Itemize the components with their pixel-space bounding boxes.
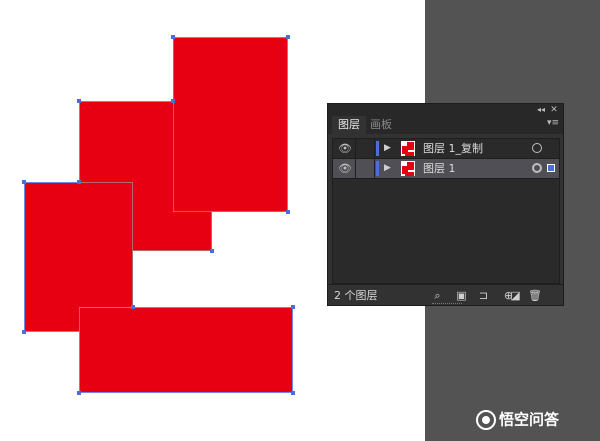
panel-title-bar[interactable]: ◂◂ ✕ bbox=[328, 104, 563, 116]
lock-toggle[interactable] bbox=[355, 159, 375, 178]
anchor-point[interactable] bbox=[77, 99, 81, 103]
layer-color-indicator bbox=[376, 141, 379, 156]
selection-path bbox=[79, 101, 80, 183]
selection-path bbox=[24, 182, 80, 183]
selection-path bbox=[24, 182, 25, 332]
resize-grip[interactable] bbox=[432, 303, 462, 306]
panel-menu-icon[interactable]: ▾≡ bbox=[547, 118, 559, 128]
watermark-text: 悟空问答 bbox=[499, 410, 560, 429]
panel-footer: 2 个图层 ⌕ ▣ ⊐ ⊕ ◪ 🗑 bbox=[328, 284, 563, 307]
layer-name[interactable]: 图层 1_复制 bbox=[423, 139, 483, 158]
red-rectangle-shape[interactable] bbox=[79, 307, 293, 393]
anchor-point[interactable] bbox=[286, 210, 290, 214]
selection-path bbox=[79, 392, 293, 393]
anchor-point[interactable] bbox=[286, 35, 290, 39]
collapse-panel-icon[interactable]: ◂◂ bbox=[535, 104, 547, 116]
selection-path bbox=[79, 331, 80, 393]
eye-icon[interactable]: 👁 bbox=[337, 161, 353, 176]
selection-path bbox=[79, 101, 174, 102]
selection-path bbox=[173, 37, 288, 38]
target-circle-icon[interactable] bbox=[532, 143, 542, 153]
anchor-point[interactable] bbox=[22, 180, 26, 184]
anchor-point[interactable] bbox=[131, 305, 135, 309]
selection-indicator-icon[interactable] bbox=[547, 164, 555, 172]
panel-tabs: 图层 画板 ▾≡ bbox=[328, 116, 563, 134]
lock-toggle[interactable] bbox=[355, 139, 375, 158]
anchor-point[interactable] bbox=[171, 35, 175, 39]
layer-thumbnail bbox=[401, 161, 415, 176]
anchor-point[interactable] bbox=[171, 99, 175, 103]
anchor-point[interactable] bbox=[291, 305, 295, 309]
layer-thumbnail bbox=[401, 141, 415, 156]
target-circle-icon[interactable] bbox=[532, 163, 542, 173]
delete-icon[interactable]: 🗑 bbox=[528, 290, 542, 301]
selection-path bbox=[24, 331, 80, 332]
make-clipping-mask-icon[interactable]: ⊐ bbox=[478, 290, 489, 301]
selection-path bbox=[292, 307, 293, 393]
selection-path bbox=[79, 307, 293, 308]
layers-panel: ◂◂ ✕ 图层 画板 ▾≡ 👁 ▶ 图层 1_复制 👁 ▶ 图层 1 2 个图层… bbox=[327, 103, 564, 306]
eye-icon[interactable]: 👁 bbox=[337, 141, 353, 156]
layers-list[interactable]: 👁 ▶ 图层 1_复制 👁 ▶ 图层 1 bbox=[332, 138, 560, 284]
anchor-point[interactable] bbox=[210, 249, 214, 253]
tab-layers[interactable]: 图层 bbox=[332, 116, 366, 134]
anchor-point[interactable] bbox=[77, 180, 81, 184]
layer-name[interactable]: 图层 1 bbox=[423, 159, 456, 178]
anchor-point[interactable] bbox=[291, 391, 295, 395]
expand-triangle-icon[interactable]: ▶ bbox=[384, 161, 391, 176]
anchor-point[interactable] bbox=[77, 391, 81, 395]
watermark: 悟空问答 bbox=[476, 408, 559, 430]
wukong-logo-icon bbox=[476, 409, 496, 430]
layer-color-indicator bbox=[376, 161, 379, 176]
layer-count: 2 个图层 bbox=[334, 289, 378, 302]
close-icon[interactable]: ✕ bbox=[548, 104, 560, 116]
anchor-point[interactable] bbox=[22, 330, 26, 334]
tab-artboards[interactable]: 画板 bbox=[364, 116, 398, 134]
search-icon[interactable]: ⌕ bbox=[432, 290, 443, 301]
selection-path bbox=[287, 37, 288, 212]
red-rectangle-shape[interactable] bbox=[173, 37, 288, 212]
layer-row-selected[interactable]: 👁 ▶ 图层 1 bbox=[333, 159, 559, 179]
collect-export-icon[interactable]: ▣ bbox=[456, 290, 467, 301]
new-layer-icon[interactable]: ◪ bbox=[510, 290, 521, 301]
expand-triangle-icon[interactable]: ▶ bbox=[384, 141, 391, 156]
layer-row[interactable]: 👁 ▶ 图层 1_复制 bbox=[333, 139, 559, 159]
